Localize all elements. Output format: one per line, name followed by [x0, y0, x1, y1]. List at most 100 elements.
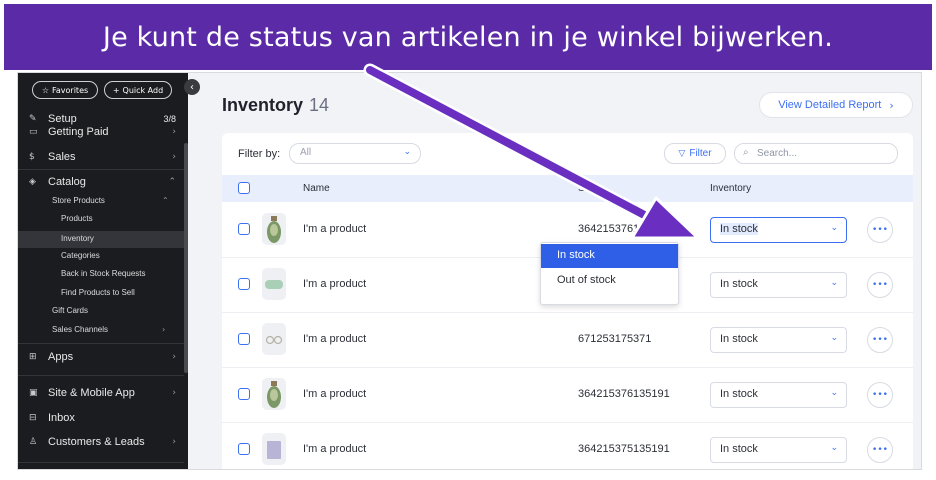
view-detailed-report-button[interactable]: View Detailed Report › — [759, 92, 913, 118]
sidebar-item-site-mobile[interactable]: ▣ Site & Mobile App › — [18, 386, 184, 400]
sidebar-item-back-in-stock[interactable]: Back in Stock Requests — [18, 269, 184, 282]
product-thumbnail — [262, 378, 286, 410]
product-name: I'm a product — [303, 223, 367, 235]
option-in-stock[interactable]: In stock — [541, 244, 678, 268]
row-checkbox[interactable] — [238, 278, 250, 290]
table-row[interactable]: I'm a product 364215376135191 In stock ⌄… — [222, 367, 913, 423]
earrings-icon — [265, 335, 283, 345]
chevron-up-icon: ⌃ — [162, 196, 169, 205]
more-actions-button[interactable]: ••• — [867, 217, 893, 243]
sidebar-item-setup[interactable]: ✎ Setup 3/8 — [18, 113, 184, 125]
column-name: Name — [303, 183, 330, 194]
table-header: Name SKU Inventory — [222, 175, 913, 202]
sidebar-item-sales[interactable]: $ Sales › — [18, 150, 184, 164]
filter-select[interactable]: All ⌄ — [289, 143, 421, 164]
inventory-label: Inventory — [61, 234, 94, 243]
ellipsis-icon: ••• — [872, 445, 888, 455]
chevron-right-icon: › — [889, 98, 894, 112]
chevron-down-icon: ⌄ — [830, 333, 838, 343]
catalog-label: Catalog — [48, 176, 86, 188]
inventory-status-select[interactable]: In stock ⌄ — [710, 217, 847, 243]
filter-button[interactable]: ▽ Filter — [664, 143, 726, 164]
more-actions-button[interactable]: ••• — [867, 327, 893, 353]
item-count: 14 — [309, 95, 330, 115]
more-actions-button[interactable]: ••• — [867, 382, 893, 408]
star-icon: ☆ — [41, 85, 50, 95]
more-actions-button[interactable]: ••• — [867, 437, 893, 463]
search-input[interactable]: ⌕ Search... — [734, 143, 898, 164]
sidebar-item-inbox[interactable]: ⊟ Inbox — [18, 411, 184, 425]
chevron-right-icon: › — [172, 437, 176, 447]
sidebar-item-inventory[interactable]: Inventory — [18, 231, 184, 248]
site-mobile-label: Site & Mobile App — [48, 387, 135, 399]
sidebar-item-gift-cards[interactable]: Gift Cards — [18, 306, 184, 319]
bottle-icon — [267, 381, 281, 408]
report-button-label: View Detailed Report — [778, 99, 882, 111]
inventory-status-select[interactable]: In stock ⌄ — [710, 382, 847, 408]
quick-add-button[interactable]: + Quick Add — [104, 81, 172, 99]
setup-label: Setup — [48, 113, 77, 125]
ellipsis-icon: ••• — [872, 280, 888, 290]
apps-icon: ⊞ — [29, 352, 37, 362]
sales-channels-label: Sales Channels — [52, 325, 109, 334]
favorites-label: Favorites — [52, 85, 89, 95]
sidebar-item-categories[interactable]: Categories — [18, 251, 184, 264]
box-icon — [267, 441, 281, 459]
favorites-button[interactable]: ☆ Favorites — [32, 81, 98, 99]
select-all-checkbox[interactable] — [238, 182, 250, 194]
row-checkbox[interactable] — [238, 223, 250, 235]
product-name: I'm a product — [303, 443, 367, 455]
ellipsis-icon: ••• — [872, 225, 888, 235]
chevron-right-icon: › — [172, 127, 176, 137]
sidebar-item-find-products[interactable]: Find Products to Sell — [18, 288, 184, 301]
page-title-text: Inventory — [222, 95, 304, 115]
categories-label: Categories — [61, 251, 100, 260]
chevron-down-icon: ⌄ — [830, 443, 838, 453]
chevron-up-icon: ⌃ — [168, 177, 176, 187]
chevron-right-icon: › — [172, 352, 176, 362]
plus-icon: + — [112, 85, 120, 95]
product-sku: 364215376135191 — [578, 388, 670, 400]
inventory-status-select[interactable]: In stock ⌄ — [710, 437, 847, 463]
table-row[interactable]: I'm a product 364215375135191 In stock ⌄… — [222, 422, 913, 469]
sidebar-item-products[interactable]: Products — [18, 214, 184, 227]
product-thumbnail — [262, 213, 286, 245]
page-title: Inventory 14 — [222, 95, 329, 116]
row-checkbox[interactable] — [238, 388, 250, 400]
sidebar-item-store-products[interactable]: Store Products ⌃ — [18, 196, 184, 209]
option-out-of-stock[interactable]: Out of stock — [541, 269, 678, 293]
sidebar-item-getting-paid[interactable]: ▭ Getting Paid › — [18, 125, 184, 139]
banner-text: Je kunt de status van artikelen in je wi… — [102, 21, 834, 53]
sidebar-item-catalog[interactable]: ◈ Catalog ⌃ — [18, 175, 184, 189]
sales-label: Sales — [48, 151, 76, 163]
app-window: ☆ Favorites + Quick Add ✎ Setup 3/8 ▭ Ge… — [17, 72, 922, 470]
inventory-status-select[interactable]: In stock ⌄ — [710, 327, 847, 353]
product-name: I'm a product — [303, 388, 367, 400]
card-icon: ▭ — [29, 127, 38, 137]
search-icon: ⌕ — [743, 147, 749, 158]
chevron-down-icon: ⌄ — [403, 147, 411, 157]
sidebar-item-apps[interactable]: ⊞ Apps › — [18, 350, 184, 364]
sidebar: ☆ Favorites + Quick Add ✎ Setup 3/8 ▭ Ge… — [18, 73, 188, 469]
chevron-down-icon: ⌄ — [830, 223, 838, 233]
find-products-label: Find Products to Sell — [61, 288, 135, 297]
chevron-right-icon: › — [172, 388, 176, 398]
inventory-status-value: In stock — [720, 223, 758, 235]
product-thumbnail — [262, 268, 286, 300]
filter-by-label: Filter by: — [238, 148, 281, 160]
chevron-down-icon: ⌄ — [830, 278, 838, 288]
more-actions-button[interactable]: ••• — [867, 272, 893, 298]
bottle-icon — [267, 216, 281, 243]
setup-progress: 3/8 — [163, 114, 176, 124]
filter-button-label: Filter — [689, 148, 712, 159]
sidebar-item-sales-channels[interactable]: Sales Channels › — [18, 325, 184, 338]
table-row[interactable]: I'm a product 671253175371 In stock ⌄ ••… — [222, 312, 913, 368]
sidebar-item-customers[interactable]: ♙ Customers & Leads › — [18, 435, 184, 449]
inventory-status-select[interactable]: In stock ⌄ — [710, 272, 847, 298]
row-checkbox[interactable] — [238, 443, 250, 455]
row-checkbox[interactable] — [238, 333, 250, 345]
back-in-stock-label: Back in Stock Requests — [61, 269, 146, 278]
inventory-status-dropdown: In stock Out of stock — [540, 242, 679, 305]
option-label: In stock — [557, 249, 595, 261]
inventory-status-value: In stock — [720, 278, 758, 290]
